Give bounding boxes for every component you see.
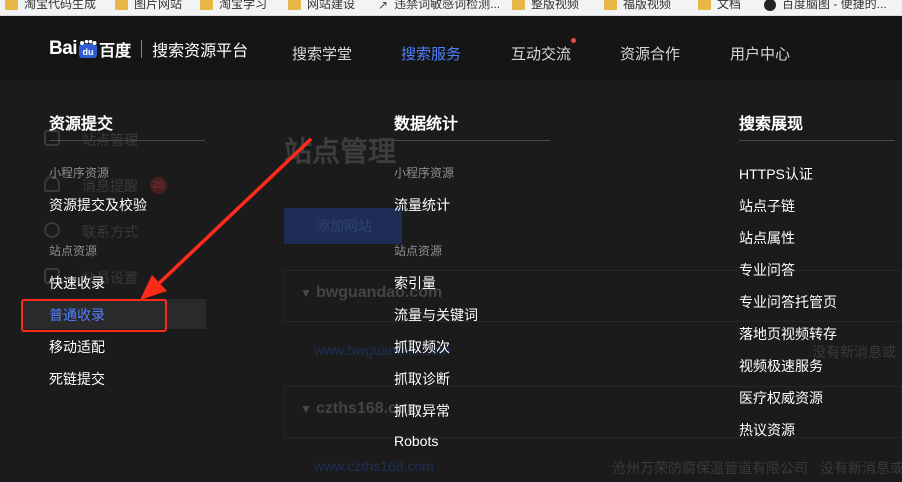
folder-icon [115, 0, 128, 10]
bookmark-item[interactable]: 网站建设 [288, 0, 355, 12]
folder-icon [512, 0, 525, 10]
bookmark-item[interactable]: 百度脑图 - 便捷的... [764, 0, 887, 12]
logo-divider [141, 40, 143, 58]
menu-group-label: 站点资源 [394, 244, 443, 258]
menu-item-qa-hosting[interactable]: 专业问答托管页 [739, 292, 837, 312]
menu-column-title: 数据统计 [394, 116, 459, 133]
menu-item-hot-topics[interactable]: 热议资源 [739, 420, 795, 440]
nav-search-school[interactable]: 搜索学堂 [292, 43, 352, 64]
bookmark-item[interactable]: 图片网站 [115, 0, 182, 12]
nav-resource-cooperation[interactable]: 资源合作 [620, 43, 680, 64]
folder-icon [5, 0, 18, 10]
column-divider [49, 140, 205, 141]
bookmark-item[interactable]: 整版视频 [512, 0, 579, 12]
folder-icon [200, 0, 213, 10]
menu-item-crawl-diagnosis[interactable]: 抓取诊断 [394, 369, 450, 389]
svg-text:du: du [83, 47, 94, 57]
bookmark-item[interactable]: 文档 [698, 0, 741, 12]
page-icon: ↗ [378, 0, 389, 12]
menu-item-expert-qa[interactable]: 专业问答 [739, 260, 795, 280]
folder-icon [604, 0, 617, 10]
menu-column-title: 搜索展现 [739, 116, 804, 133]
menu-item-sitelinks[interactable]: 站点子链 [739, 196, 795, 216]
menu-column-title: 资源提交 [49, 116, 114, 133]
column-divider [739, 140, 895, 141]
menu-group-label: 小程序资源 [394, 166, 455, 180]
menu-group-label: 站点资源 [49, 244, 98, 258]
menu-item-dead-link[interactable]: 死链提交 [49, 369, 105, 389]
notification-dot [571, 38, 576, 43]
folder-icon [698, 0, 711, 10]
bookmark-item[interactable]: 福版视频 [604, 0, 671, 12]
annotation-highlight-box [21, 299, 167, 332]
search-services-menu: 资源提交 小程序资源 资源提交及校验 站点资源 快速收录 普通收录 移动适配 死… [0, 80, 902, 482]
menu-item-traffic-stats[interactable]: 流量统计 [394, 195, 450, 215]
menu-item-video-transfer[interactable]: 落地页视频转存 [739, 324, 837, 344]
platform-title: 搜索资源平台 [152, 43, 249, 60]
menu-item-medical-resources[interactable]: 医疗权威资源 [739, 388, 823, 408]
menu-item-resource-submit[interactable]: 资源提交及校验 [49, 195, 147, 215]
menu-item-robots[interactable]: Robots [394, 433, 438, 449]
menu-item-video-speed[interactable]: 视频极速服务 [739, 356, 823, 376]
baidu-mind-icon [764, 0, 776, 11]
folder-icon [288, 0, 301, 10]
bookmark-item[interactable]: 淘宝学习 [200, 0, 267, 12]
top-navigation: Bai du 百度 搜索资源平台 搜索学堂 搜索服务 互动交流 资源合作 用户中… [0, 16, 902, 80]
menu-item-https[interactable]: HTTPS认证 [739, 164, 813, 184]
bookmark-item[interactable]: 淘宝代码生成 [5, 0, 96, 12]
column-divider [394, 140, 550, 141]
bookmarks-bar: 淘宝代码生成 图片网站 淘宝学习 网站建设 ↗ 违禁词敏感词检测... 整版视频 … [0, 0, 902, 16]
menu-item-site-attributes[interactable]: 站点属性 [739, 228, 795, 248]
menu-group-label: 小程序资源 [49, 166, 110, 180]
menu-item-fast-index[interactable]: 快速收录 [49, 273, 105, 293]
nav-search-services[interactable]: 搜索服务 [401, 43, 461, 64]
menu-item-mobile-adapt[interactable]: 移动适配 [49, 337, 105, 357]
nav-user-center[interactable]: 用户中心 [730, 43, 790, 64]
menu-item-traffic-keywords[interactable]: 流量与关键词 [394, 305, 478, 325]
bookmark-item[interactable]: ↗ 违禁词敏感词检测... [378, 0, 500, 12]
menu-item-crawl-frequency[interactable]: 抓取频次 [394, 337, 450, 357]
nav-interaction[interactable]: 互动交流 [511, 43, 571, 64]
baidu-logo[interactable]: Bai du 百度 搜索资源平台 [49, 38, 248, 60]
baidu-paw-icon: du [78, 40, 98, 58]
menu-item-index-volume[interactable]: 索引量 [394, 273, 436, 293]
menu-item-crawl-errors[interactable]: 抓取异常 [394, 401, 450, 421]
